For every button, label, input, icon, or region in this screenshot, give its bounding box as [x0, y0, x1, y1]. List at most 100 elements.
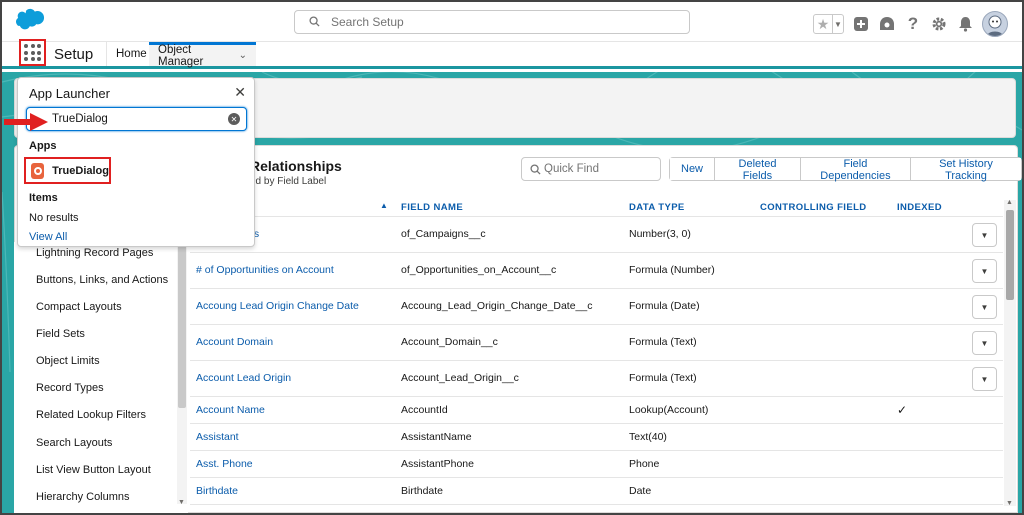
- field-data-type: Formula (Number): [629, 264, 715, 276]
- object-manager-sidebar: Lightning Record Pages Buttons, Links, a…: [14, 242, 188, 513]
- clear-search-icon[interactable]: ✕: [228, 113, 240, 125]
- sidebar-item-search-layouts[interactable]: Search Layouts: [36, 437, 112, 449]
- table-row: Birthdate Birthdate Date: [190, 478, 1003, 505]
- table-scrollbar[interactable]: ▲ ▼: [1004, 199, 1016, 507]
- settings-gear-icon[interactable]: [930, 14, 948, 34]
- scroll-up-arrow-icon[interactable]: ▲: [1006, 199, 1013, 206]
- sidebar-item-buttons-links-actions[interactable]: Buttons, Links, and Actions: [36, 274, 168, 286]
- column-header-indexed[interactable]: INDEXED: [897, 202, 942, 213]
- avatar[interactable]: [982, 11, 1008, 37]
- field-api-name: Account_Domain__c: [401, 336, 498, 348]
- field-label-link[interactable]: # of Opportunities on Account: [196, 264, 334, 276]
- field-label-link[interactable]: Account Name: [196, 404, 265, 416]
- setup-search-input[interactable]: [331, 13, 671, 31]
- help-icon[interactable]: ?: [904, 14, 922, 34]
- table-row: ns of_Campaigns__c Number(3, 0) ▼: [190, 217, 1003, 253]
- view-all-link[interactable]: View All: [29, 231, 67, 243]
- header-utility-icons: ★ ▼ ?: [813, 11, 1008, 37]
- salesforce-logo[interactable]: [16, 8, 46, 30]
- deleted-fields-button[interactable]: Deleted Fields: [715, 158, 801, 182]
- indexed-checkmark-icon: ✓: [897, 403, 908, 417]
- field-data-type: Formula (Text): [629, 336, 697, 348]
- row-actions-menu-button[interactable]: ▼: [972, 295, 997, 319]
- set-history-tracking-button[interactable]: Set History Tracking: [910, 158, 1021, 182]
- new-button[interactable]: New: [670, 158, 716, 180]
- global-header: ★ ▼ ?: [2, 2, 1022, 42]
- table-scroll-thumb[interactable]: [1006, 210, 1014, 300]
- sidebar-item-lightning-record-pages[interactable]: Lightning Record Pages: [36, 247, 153, 259]
- favorites-group[interactable]: ★ ▼: [813, 14, 844, 34]
- tab-object-manager[interactable]: Object Manager ⌄: [149, 42, 256, 68]
- field-api-name: AssistantName: [401, 431, 472, 443]
- column-header-field-name[interactable]: FIELD NAME: [401, 202, 463, 213]
- field-api-name: AssistantPhone: [401, 458, 474, 470]
- items-no-results: No results: [29, 212, 79, 224]
- column-header-controlling-field[interactable]: CONTROLLING FIELD: [760, 202, 867, 213]
- field-label-link[interactable]: Account Lead Origin: [196, 372, 291, 384]
- field-data-type: Date: [629, 485, 652, 497]
- chevron-down-icon[interactable]: ▼: [832, 15, 843, 33]
- field-data-type: Formula (Text): [629, 372, 697, 384]
- field-api-name: Birthdate: [401, 485, 444, 497]
- sidebar-item-list-view-button-layout[interactable]: List View Button Layout: [36, 464, 151, 476]
- sidebar-item-hierarchy-columns[interactable]: Hierarchy Columns: [36, 491, 130, 503]
- field-api-name: Account_Lead_Origin__c: [401, 372, 519, 384]
- fields-table-header: ▲ FIELD NAME DATA TYPE CONTROLLING FIELD…: [190, 198, 1003, 217]
- fields-button-group: New Deleted Fields Field Dependencies Se…: [669, 157, 1022, 182]
- tab-object-manager-label: Object Manager: [158, 43, 204, 68]
- row-actions-menu-button[interactable]: ▼: [972, 367, 997, 391]
- apps-heading: Apps: [29, 140, 57, 152]
- add-icon[interactable]: [852, 14, 870, 34]
- app-launcher-search-box[interactable]: ✕: [26, 107, 247, 131]
- scroll-down-arrow-icon[interactable]: ▼: [1006, 500, 1013, 507]
- app-launcher-title: App Launcher: [29, 86, 110, 101]
- field-api-name: AccountId: [401, 404, 448, 416]
- table-row: Account Domain Account_Domain__c Formula…: [190, 325, 1003, 361]
- sidebar-scroll-thumb[interactable]: [178, 238, 186, 408]
- row-actions-menu-button[interactable]: ▼: [972, 259, 997, 283]
- app-result-truedialog[interactable]: TrueDialog: [24, 157, 111, 184]
- sidebar-item-field-sets[interactable]: Field Sets: [36, 328, 85, 340]
- section-subtitle: ed by Field Label: [250, 176, 327, 187]
- field-data-type: Phone: [629, 458, 660, 470]
- items-heading: Items: [29, 192, 58, 204]
- trailhead-icon[interactable]: [878, 14, 896, 34]
- sidebar-item-object-limits[interactable]: Object Limits: [36, 355, 100, 367]
- field-data-type: Formula (Date): [629, 300, 700, 312]
- field-dependencies-button[interactable]: Field Dependencies: [800, 158, 911, 182]
- red-annotation-arrow-icon: [4, 113, 48, 131]
- favorites-star-icon[interactable]: ★: [814, 15, 832, 33]
- close-icon[interactable]: ✕: [234, 84, 246, 101]
- app-window: ★ ▼ ? Setup: [0, 0, 1024, 515]
- field-api-name: Accoung_Lead_Origin_Change_Date__c: [401, 300, 593, 312]
- field-api-name: of_Opportunities_on_Account__c: [401, 264, 557, 276]
- search-icon: [530, 164, 541, 175]
- field-label-link[interactable]: Assistant: [196, 431, 239, 443]
- notifications-bell-icon[interactable]: [956, 14, 974, 34]
- sidebar-scrollbar[interactable]: ▼: [177, 238, 187, 506]
- table-row: # of Opportunities on Account of_Opportu…: [190, 253, 1003, 289]
- row-actions-menu-button[interactable]: ▼: [972, 331, 997, 355]
- sidebar-item-related-lookup-filters[interactable]: Related Lookup Filters: [36, 409, 146, 421]
- sidebar-item-compact-layouts[interactable]: Compact Layouts: [36, 301, 122, 313]
- app-launcher-search-input[interactable]: [52, 111, 212, 127]
- scroll-down-arrow-icon[interactable]: ▼: [178, 499, 185, 506]
- chevron-down-icon[interactable]: ⌄: [239, 50, 247, 61]
- app-name: Setup: [54, 46, 94, 63]
- field-label-link[interactable]: Account Domain: [196, 336, 273, 348]
- field-label-link[interactable]: Accoung Lead Origin Change Date: [196, 300, 359, 312]
- column-header-data-type[interactable]: DATA TYPE: [629, 202, 685, 213]
- quick-find-input[interactable]: [544, 161, 654, 177]
- row-actions-menu-button[interactable]: ▼: [972, 223, 997, 247]
- field-label-link[interactable]: Birthdate: [196, 485, 238, 497]
- app-result-label: TrueDialog: [52, 164, 109, 177]
- sort-ascending-icon[interactable]: ▲: [380, 201, 388, 210]
- app-launcher-popover: App Launcher ✕ ✕ Apps TrueDialog Items N…: [17, 77, 255, 247]
- sidebar-item-record-types[interactable]: Record Types: [36, 382, 104, 394]
- field-data-type: Number(3, 0): [629, 228, 691, 240]
- field-label-link[interactable]: Asst. Phone: [196, 458, 253, 470]
- quick-find-box[interactable]: [521, 157, 661, 181]
- table-row: Account Name AccountId Lookup(Account) ✓: [190, 397, 1003, 424]
- setup-search-box[interactable]: [294, 10, 690, 34]
- app-launcher-button[interactable]: [19, 39, 46, 66]
